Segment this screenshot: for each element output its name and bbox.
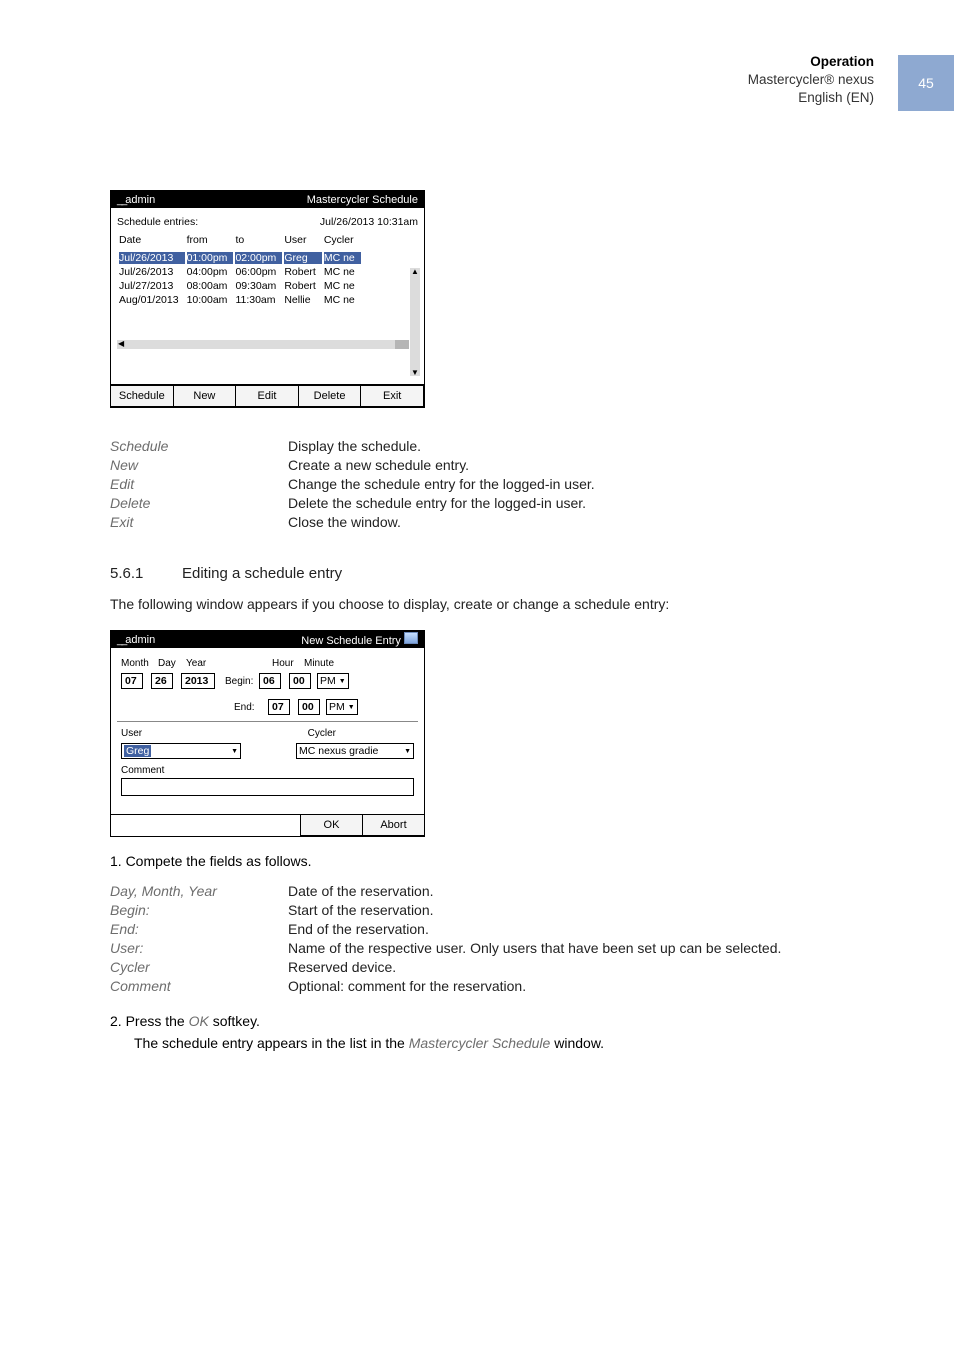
def-term: Edit <box>110 476 288 492</box>
header-product: Mastercycler® nexus <box>748 71 874 89</box>
def-term: Day, Month, Year <box>110 883 288 899</box>
header-language: English (EN) <box>748 89 874 107</box>
day-field[interactable]: 26 <box>151 673 173 689</box>
col-user: User <box>284 234 322 250</box>
label-comment: Comment <box>121 765 414 776</box>
chevron-down-icon: ▼ <box>401 748 411 755</box>
current-user: admin <box>125 634 155 646</box>
def-desc: Change the schedule entry for the logged… <box>288 476 595 492</box>
comment-field[interactable] <box>121 778 414 796</box>
schedule-button[interactable]: Schedule <box>110 385 174 407</box>
current-datetime: Jul/26/2013 10:31am <box>320 216 418 228</box>
label-begin: Begin: <box>225 676 259 687</box>
section-heading: 5.6.1Editing a schedule entry <box>110 565 844 582</box>
label-hour: Hour <box>272 658 304 669</box>
chevron-down-icon: ▼ <box>228 748 238 755</box>
col-cycler: Cycler <box>324 234 361 250</box>
ok-button[interactable]: OK <box>300 814 363 836</box>
begin-minute-field[interactable]: 00 <box>289 673 311 689</box>
table-row[interactable]: Aug/01/201310:00am11:30amNellieMC ne <box>119 294 361 306</box>
page-number: 45 <box>918 75 934 91</box>
window-titlebar: __admin New Schedule Entry <box>111 631 424 648</box>
col-from: from <box>187 234 234 250</box>
def-term: New <box>110 457 288 473</box>
step-2: 2. Press the OK softkey. <box>110 1013 844 1029</box>
label-month: Month <box>121 658 158 669</box>
year-field[interactable]: 2013 <box>181 673 215 689</box>
def-term: Cycler <box>110 959 288 975</box>
table-row[interactable]: Jul/26/201304:00pm06:00pmRobertMC ne <box>119 266 361 278</box>
col-date: Date <box>119 234 185 250</box>
schedule-window: __admin Mastercycler Schedule Schedule e… <box>110 190 425 408</box>
def-term: Exit <box>110 514 288 530</box>
section-number: 5.6.1 <box>110 565 182 582</box>
cycler-select[interactable]: MC nexus gradie▼ <box>296 743 414 759</box>
softkey-bar: Schedule New Edit Delete Exit <box>111 385 424 407</box>
def-term: Delete <box>110 495 288 511</box>
user-select[interactable]: Greg▼ <box>121 743 241 759</box>
softkey-definitions: ScheduleDisplay the schedule. NewCreate … <box>110 436 844 531</box>
section-title: Editing a schedule entry <box>182 565 342 582</box>
def-desc: Reserved device. <box>288 959 396 975</box>
label-year: Year <box>186 658 234 669</box>
new-button[interactable]: New <box>173 385 237 407</box>
header-section: Operation <box>748 53 874 71</box>
window-title: New Schedule Entry <box>301 635 401 647</box>
table-row[interactable]: Jul/27/201308:00am09:30amRobertMC ne <box>119 280 361 292</box>
window-title: Mastercycler Schedule <box>307 194 418 206</box>
page-header: Operation Mastercycler® nexus English (E… <box>748 53 874 108</box>
def-desc: Close the window. <box>288 514 401 530</box>
page-number-badge: 45 <box>898 55 954 111</box>
exit-button[interactable]: Exit <box>360 385 424 407</box>
begin-hour-field[interactable]: 06 <box>259 673 281 689</box>
table-header: Date from to User Cycler <box>119 234 361 250</box>
def-desc: Name of the respective user. Only users … <box>288 940 781 956</box>
edit-button[interactable]: Edit <box>235 385 299 407</box>
def-term: Begin: <box>110 902 288 918</box>
abort-button[interactable]: Abort <box>362 814 425 836</box>
def-desc: Create a new schedule entry. <box>288 457 469 473</box>
def-term: User: <box>110 940 288 956</box>
def-desc: Date of the reservation. <box>288 883 434 899</box>
def-term: End: <box>110 921 288 937</box>
month-field[interactable]: 07 <box>121 673 143 689</box>
current-user: admin <box>125 194 155 206</box>
label-minute: Minute <box>304 658 334 669</box>
entries-label: Schedule entries: <box>117 216 198 228</box>
field-definitions: Day, Month, YearDate of the reservation.… <box>110 881 844 995</box>
end-ampm-select[interactable]: PM▼ <box>326 699 358 715</box>
col-to: to <box>235 234 282 250</box>
label-end: End: <box>234 702 268 713</box>
def-desc: Display the schedule. <box>288 438 421 454</box>
chevron-down-icon: ▼ <box>345 704 355 711</box>
table-row[interactable]: Jul/26/201301:00pm02:00pmGregMC ne <box>119 252 361 264</box>
def-desc: Delete the schedule entry for the logged… <box>288 495 586 511</box>
entry-icon <box>404 632 418 644</box>
def-term: Schedule <box>110 438 288 454</box>
scrollbar-horizontal[interactable]: ◀▶ <box>117 340 409 349</box>
softkey-bar: OK Abort <box>111 814 424 836</box>
delete-button[interactable]: Delete <box>298 385 362 407</box>
label-day: Day <box>158 658 186 669</box>
label-cycler: Cycler <box>308 728 336 739</box>
def-desc: Start of the reservation. <box>288 902 434 918</box>
window-titlebar: __admin Mastercycler Schedule <box>111 191 424 208</box>
chevron-down-icon: ▼ <box>336 678 346 685</box>
end-hour-field[interactable]: 07 <box>268 699 290 715</box>
begin-ampm-select[interactable]: PM▼ <box>317 673 349 689</box>
def-term: Comment <box>110 978 288 994</box>
scrollbar-vertical[interactable]: ▲▼ <box>410 268 420 376</box>
new-entry-window: __admin New Schedule Entry Month Day Yea… <box>110 630 425 837</box>
def-desc: Optional: comment for the reservation. <box>288 978 526 994</box>
end-minute-field[interactable]: 00 <box>298 699 320 715</box>
label-user: User <box>121 728 142 739</box>
schedule-table: Date from to User Cycler Jul/26/201301:0… <box>117 232 363 308</box>
def-desc: End of the reservation. <box>288 921 429 937</box>
step-2-result: The schedule entry appears in the list i… <box>134 1035 844 1051</box>
intro-text: The following window appears if you choo… <box>110 596 844 612</box>
step-1: 1. Compete the fields as follows. <box>110 853 844 869</box>
